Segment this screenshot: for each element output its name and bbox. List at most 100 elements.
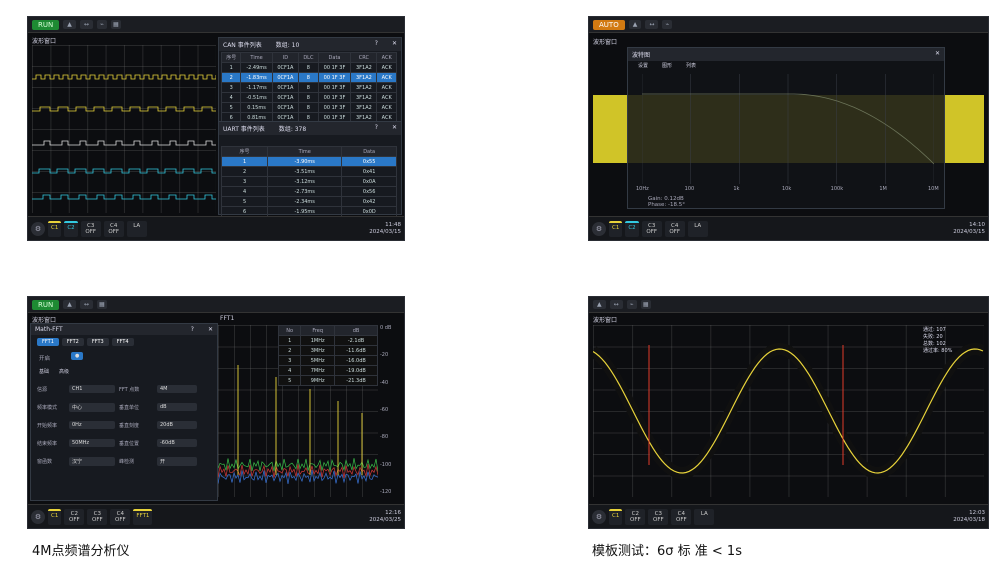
setting-value[interactable]: 汉宁 — [69, 456, 115, 466]
ch1-badge[interactable]: C1 — [48, 220, 62, 237]
auto-button[interactable]: AUTO — [593, 19, 625, 30]
run-button[interactable]: RUN — [32, 19, 60, 30]
run-button[interactable]: RUN — [32, 299, 60, 310]
wifi-icon[interactable]: ⌁ — [626, 300, 637, 309]
uart-list-title: UART 事件列表 — [223, 126, 265, 133]
can-cell: 00 1F 3F — [317, 92, 352, 103]
help-icon[interactable]: ? — [375, 40, 378, 49]
bode-tab[interactable]: 图形 — [662, 62, 672, 69]
ch2-badge[interactable]: C2 — [64, 220, 78, 237]
peak-cell: 3 — [277, 355, 302, 366]
table-row[interactable]: 2 3MHz -11.6dB — [277, 345, 378, 356]
trigger-icon[interactable]: ▲ — [63, 20, 76, 29]
trigger-icon[interactable]: ▲ — [593, 300, 606, 309]
table-row[interactable]: 1 -3.90ms 0x55 — [220, 156, 397, 167]
sub-tab[interactable]: 高级 — [59, 368, 69, 375]
setting-value[interactable]: CH1 — [69, 385, 115, 393]
can-cell: 8 — [298, 92, 319, 103]
table-row[interactable]: 4 -2.73ms 0x56 — [220, 186, 397, 197]
table-row[interactable]: 1 1MHz -2.1dB — [277, 335, 378, 346]
grid-icon[interactable]: ▦ — [96, 300, 107, 309]
enable-toggle[interactable]: ● — [71, 352, 84, 360]
table-row[interactable]: 5 9MHz -21.3dB — [277, 375, 378, 386]
timebase-icon[interactable]: ↔ — [79, 300, 93, 309]
caption-fft: 4M点频谱分析仪 — [32, 544, 130, 559]
ch3-off[interactable]: C3 OFF — [648, 508, 669, 525]
uart-cell: -2.34ms — [267, 196, 343, 207]
setting-value[interactable]: 中心 — [69, 402, 115, 412]
table-row[interactable]: 6 -1.95ms 0x0D — [220, 206, 397, 217]
sub-tab[interactable]: 基础 — [39, 368, 49, 375]
wifi-icon[interactable]: ⌁ — [662, 20, 673, 29]
channel-bar: ⚙ C1 C2 OFF C3 OFF C4 OFF FFT1 12:16 2024/03… — [28, 504, 404, 528]
ch2-badge[interactable]: C2 — [625, 220, 639, 237]
timebase-icon[interactable]: ↔ — [645, 20, 659, 29]
setting-value[interactable]: -60dB — [157, 439, 197, 447]
ch1-badge[interactable]: C1 — [48, 508, 62, 525]
ch4-off[interactable]: C4 OFF — [110, 508, 131, 525]
ch3-off[interactable]: C3 OFF — [87, 508, 108, 525]
setting-value[interactable]: 50MHz — [69, 439, 115, 447]
close-icon[interactable]: ✕ — [208, 326, 213, 333]
settings-icon[interactable]: ⚙ — [592, 509, 606, 524]
ch1-badge[interactable]: C1 — [609, 220, 623, 237]
peak-cell: -11.6dB — [334, 345, 378, 356]
fft-tab[interactable]: FFT2 — [61, 338, 84, 346]
help-icon[interactable]: ? — [191, 326, 194, 333]
table-row[interactable]: 4 -0.51ms 0CF1A 8 00 1F 3F 3F1A2 ACK — [220, 92, 397, 103]
can-cell: 3F1A2 — [350, 62, 378, 73]
timebase-icon[interactable]: ↔ — [79, 20, 93, 29]
la-badge[interactable]: LA — [126, 220, 147, 237]
setting-value[interactable]: 0Hz — [69, 421, 115, 429]
table-row[interactable]: 5 0.15ms 0CF1A 8 00 1F 3F 3F1A2 ACK — [220, 102, 397, 113]
close-icon[interactable]: ✕ — [935, 50, 940, 59]
setting-value[interactable]: 4M — [157, 385, 197, 393]
fft1-badge[interactable]: FFT1 — [133, 508, 153, 525]
digital-trace — [32, 106, 216, 112]
table-row[interactable]: 3 -1.17ms 0CF1A 8 00 1F 3F 3F1A2 ACK — [220, 82, 397, 93]
close-icon[interactable]: ✕ — [392, 124, 397, 133]
table-row[interactable]: 1 -2.49ms 0CF1A 8 00 1F 3F 3F1A2 ACK — [220, 62, 397, 73]
close-icon[interactable]: ✕ — [392, 40, 397, 49]
table-row[interactable]: 3 5MHz -16.0dB — [277, 355, 378, 366]
settings-icon[interactable]: ⚙ — [31, 509, 45, 524]
can-cell: ACK — [376, 82, 397, 93]
fft-tab[interactable]: FFT4 — [111, 338, 134, 346]
ch3-off[interactable]: C3 OFF — [80, 220, 101, 237]
table-row[interactable]: 4 7MHz -19.0dB — [277, 365, 378, 376]
db-tick: -120 — [380, 489, 392, 495]
help-icon[interactable]: ? — [375, 124, 378, 133]
setting-value[interactable]: 开 — [157, 456, 197, 466]
setting-value[interactable]: 20dB — [157, 421, 197, 429]
math-title: Math-FFT — [35, 326, 63, 333]
table-row[interactable]: 2 -1.83ms 0CF1A 8 00 1F 3F 3F1A2 ACK — [220, 72, 397, 83]
bode-tab[interactable]: 设置 — [638, 62, 648, 69]
table-row[interactable]: 5 -2.34ms 0x42 — [220, 196, 397, 207]
fft-tab[interactable]: FFT3 — [86, 338, 109, 346]
clock: 11:48 2024/03/15 — [369, 221, 401, 235]
bode-tab[interactable]: 列表 — [686, 62, 696, 69]
grid-icon[interactable]: ▦ — [110, 20, 121, 29]
trigger-icon[interactable]: ▲ — [628, 20, 642, 29]
caption-mask: 模板测试：6σ 标 准 < 1s — [592, 544, 742, 559]
fft-tab[interactable]: FFT1 — [37, 338, 59, 346]
ch4-off[interactable]: C4 OFF — [103, 220, 124, 237]
la-badge[interactable]: LA — [694, 508, 715, 525]
settings-icon[interactable]: ⚙ — [31, 221, 45, 236]
ch3-off[interactable]: C3 OFF — [641, 220, 662, 237]
settings-icon[interactable]: ⚙ — [592, 221, 606, 236]
ch4-off[interactable]: C4 OFF — [671, 508, 692, 525]
timebase-icon[interactable]: ↔ — [609, 300, 623, 309]
ch2-off[interactable]: C2 OFF — [64, 508, 85, 525]
can-header: Data — [317, 52, 352, 63]
ch2-off[interactable]: C2 OFF — [625, 508, 646, 525]
table-row[interactable]: 3 -3.12ms 0x0A — [220, 176, 397, 187]
trigger-icon[interactable]: ▲ — [63, 300, 76, 309]
setting-value[interactable]: dB — [157, 403, 197, 411]
ch1-badge[interactable]: C1 — [609, 508, 623, 525]
wifi-icon[interactable]: ⌁ — [96, 20, 107, 29]
ch4-off[interactable]: C4 OFF — [664, 220, 685, 237]
grid-icon[interactable]: ▦ — [640, 300, 651, 309]
la-badge[interactable]: LA — [687, 220, 708, 237]
table-row[interactable]: 2 -3.51ms 0x41 — [220, 166, 397, 177]
